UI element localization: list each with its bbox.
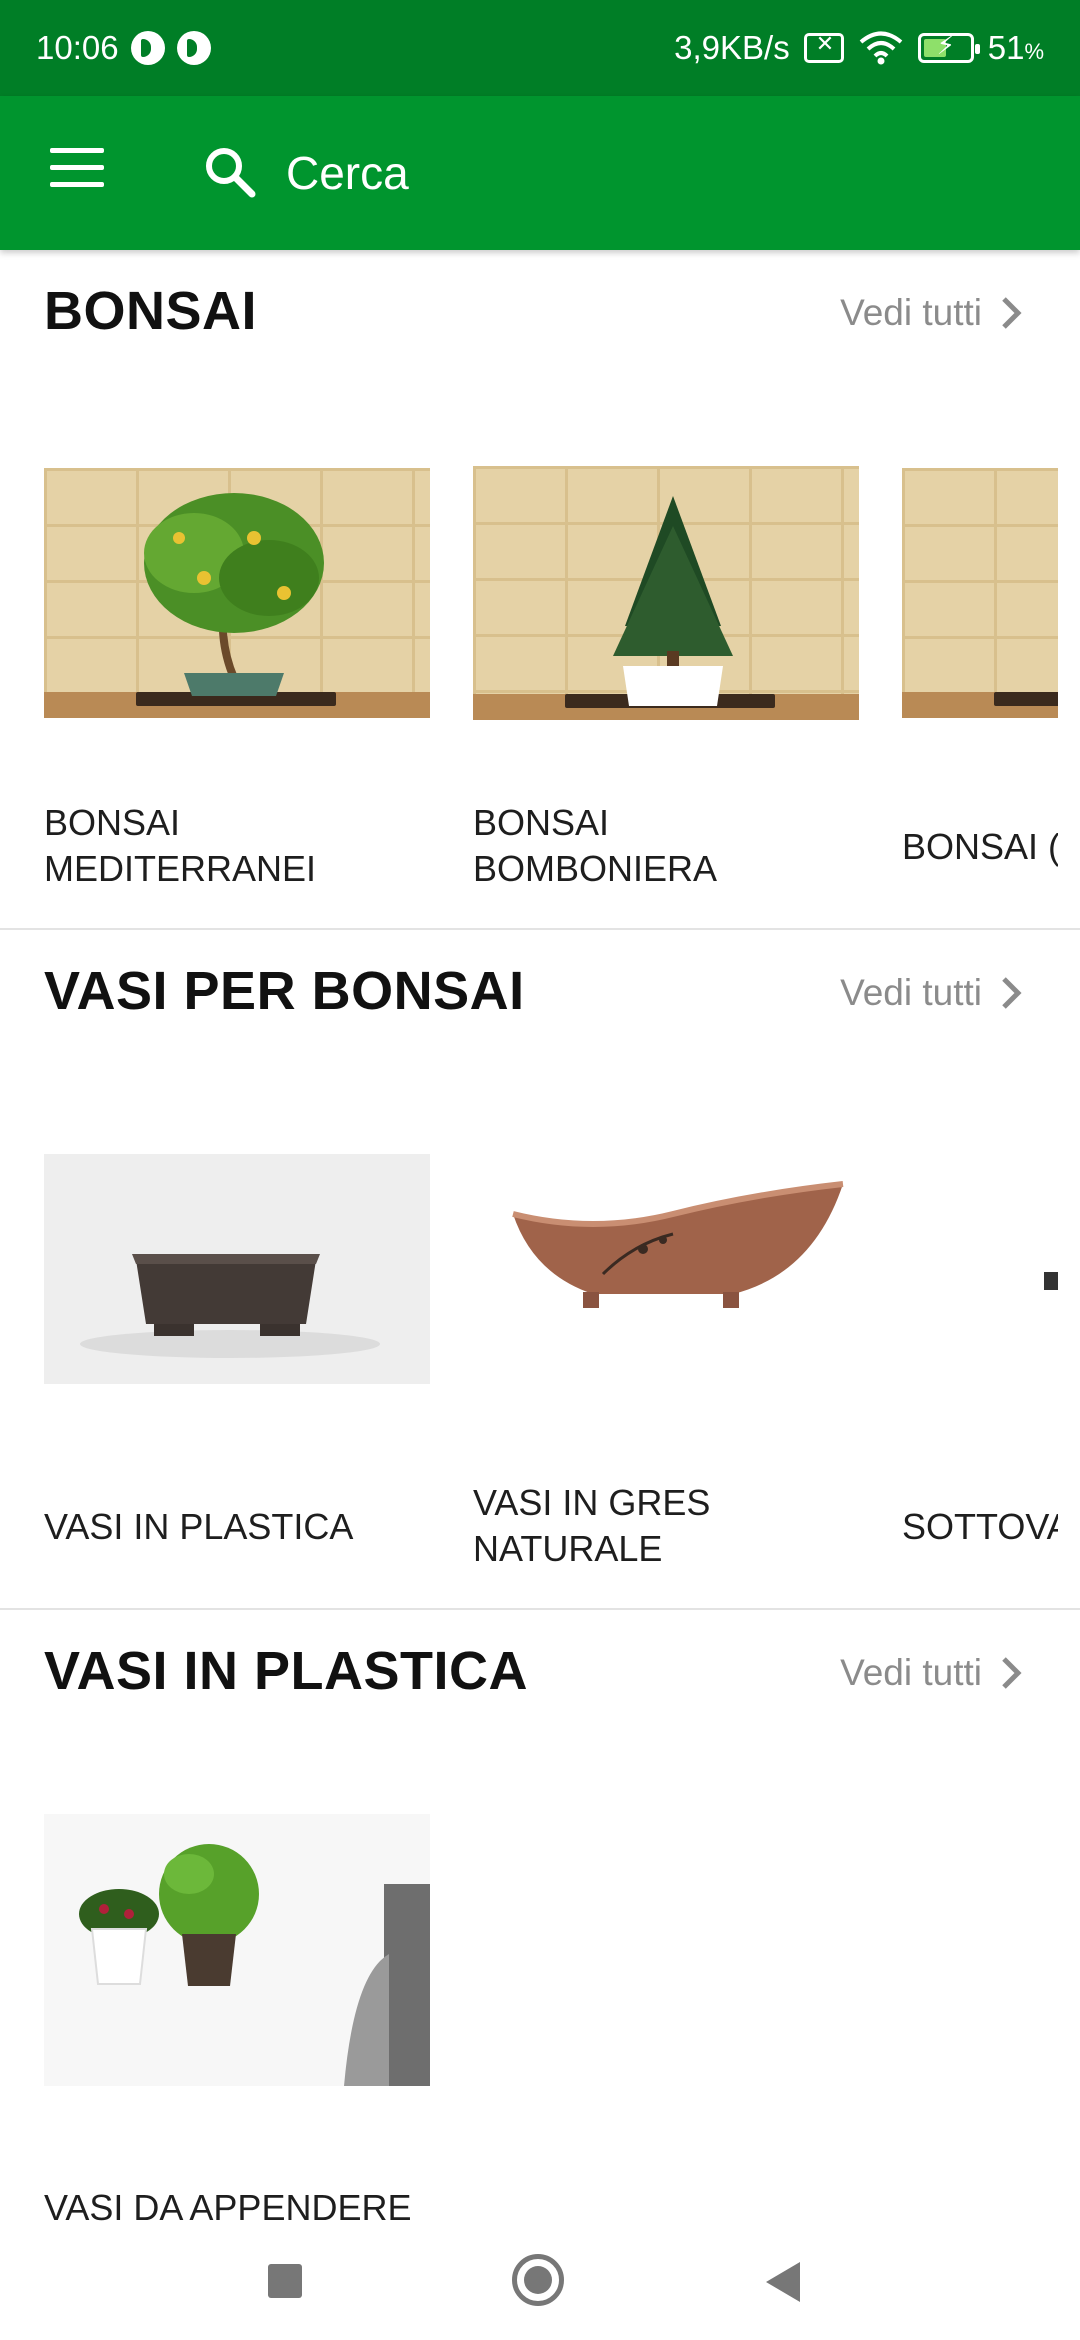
wifi-icon	[859, 31, 903, 65]
app-bar: Cerca	[0, 96, 1080, 250]
section-title: VASI PER BONSAI	[44, 961, 525, 1021]
hamburger-menu-icon[interactable]	[50, 148, 104, 188]
card-image-bonsai-3[interactable]	[902, 468, 1058, 718]
see-all-link[interactable]: Vedi tutti	[840, 972, 1024, 1014]
card-image-vasi-da-appendere[interactable]	[44, 1814, 430, 2086]
home-button[interactable]	[512, 2254, 564, 2306]
status-time: 10:06	[36, 29, 119, 66]
section-vasi-in-plastica: VASI IN PLASTICA Vedi tutti VASI DA APPE…	[0, 1610, 1080, 2230]
section-title: BONSAI	[44, 281, 258, 341]
see-all-link[interactable]: Vedi tutti	[840, 1652, 1024, 1694]
battery-icon: ⚡	[917, 30, 980, 63]
battery-percent: 51%	[987, 29, 1044, 66]
recent-apps-button[interactable]	[268, 2264, 302, 2298]
section-bonsai: BONSAI Vedi tutti BONSAI MEDITERRANEI BO…	[0, 250, 1080, 930]
section-title: VASI IN PLASTICA	[44, 1641, 529, 1701]
search-icon[interactable]	[204, 146, 256, 198]
card-label[interactable]: BONSAI BOMBONIERA	[473, 800, 873, 892]
see-all-label: Vedi tutti	[840, 292, 982, 333]
search-input[interactable]: Cerca	[286, 146, 409, 200]
card-image-bonsai-bomboniera[interactable]	[473, 466, 859, 720]
see-all-link[interactable]: Vedi tutti	[840, 292, 1024, 334]
system-nav-bar	[0, 2230, 1080, 2340]
see-all-label: Vedi tutti	[840, 1652, 982, 1693]
no-sim-icon	[803, 31, 844, 63]
section-vasi-per-bonsai: VASI PER BONSAI Vedi tutti VASI IN PLAST…	[0, 930, 1080, 1610]
charging-bolt-icon: ⚡	[936, 30, 955, 60]
card-label[interactable]: BONSAI (	[902, 824, 1058, 870]
card-label[interactable]: BONSAI MEDITERRANEI	[44, 800, 444, 892]
notification-app-icon-2	[176, 31, 211, 65]
network-speed: 3,9KB/s	[674, 29, 790, 66]
back-button[interactable]	[766, 2262, 800, 2302]
card-image-vasi-in-gres-naturale[interactable]	[473, 1154, 859, 1384]
card-label[interactable]: VASI DA APPENDERE	[44, 2185, 444, 2230]
card-image-vasi-in-plastica[interactable]	[44, 1154, 430, 1384]
card-label[interactable]: VASI IN GRES NATURALE	[473, 1480, 873, 1572]
chevron-right-icon	[1002, 1657, 1022, 1689]
status-bar: 10:06 3,9KB/s ⚡ 51%	[0, 0, 1080, 96]
chevron-right-icon	[1002, 297, 1022, 329]
card-image-sottovasi[interactable]	[902, 1154, 1058, 1384]
card-label[interactable]: SOTTOVA	[902, 1504, 1058, 1550]
card-label[interactable]: VASI IN PLASTICA	[44, 1504, 444, 1550]
see-all-label: Vedi tutti	[840, 972, 982, 1013]
chevron-right-icon	[1002, 977, 1022, 1009]
notification-app-icon	[130, 31, 165, 65]
card-image-bonsai-mediterranei[interactable]	[44, 468, 430, 718]
